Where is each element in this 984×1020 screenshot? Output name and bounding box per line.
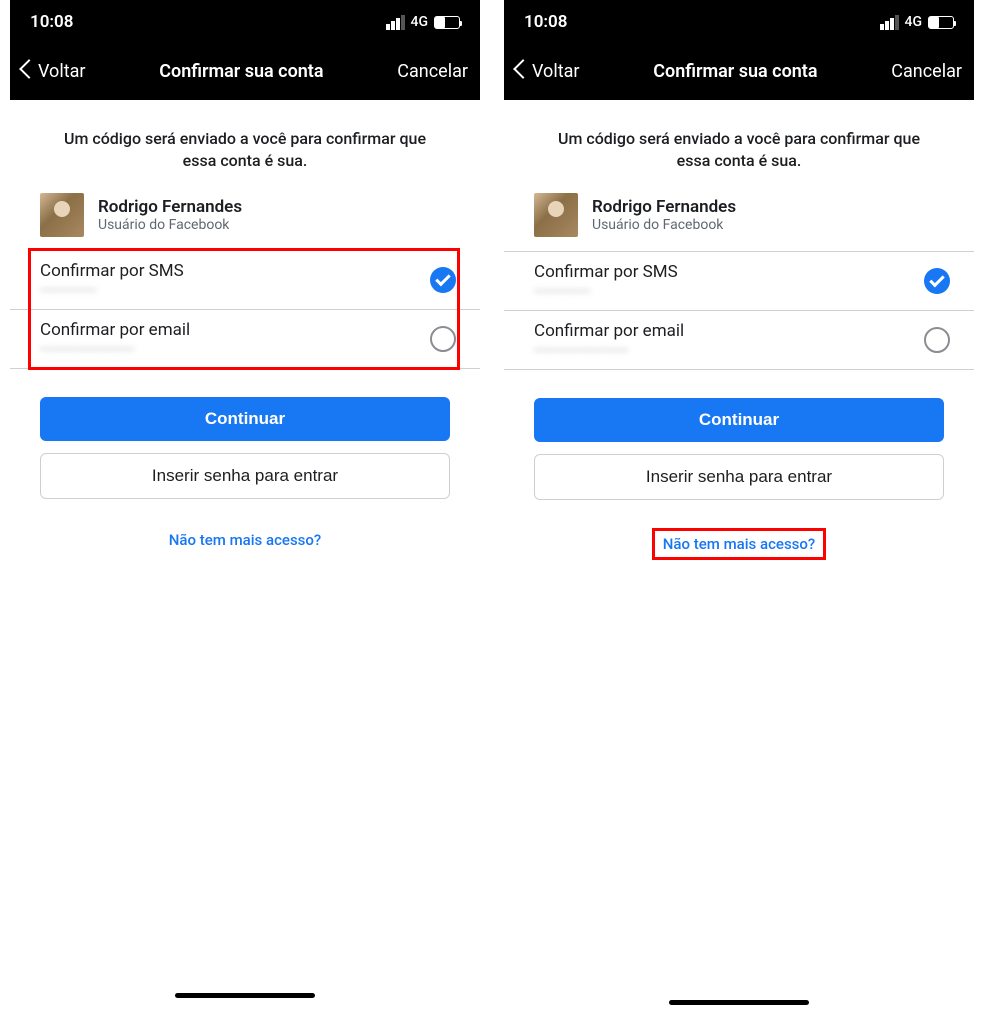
network-label: 4G [411,14,429,30]
signal-icon [386,15,405,30]
cancel-button[interactable]: Cancelar [891,61,962,82]
status-bar: 10:08 4G [10,0,480,44]
option-email-value: •••••••••••••••••••• [534,343,684,359]
avatar [534,193,578,237]
option-sms-value: •••••••••••• [534,284,678,300]
option-email-value: •••••••••••••••••••• [40,342,190,358]
user-row: Rodrigo Fernandes Usuário do Facebook [504,171,974,251]
buttons: Continuar Inserir senha para entrar Não … [504,370,974,560]
no-access-link[interactable]: Não tem mais acesso? [652,528,826,560]
option-sms-title: Confirmar por SMS [534,262,678,282]
continue-button[interactable]: Continuar [40,397,450,441]
user-subtitle: Usuário do Facebook [98,217,242,233]
continue-button[interactable]: Continuar [534,398,944,442]
password-button[interactable]: Inserir senha para entrar [40,453,450,499]
subtitle: Um código será enviado a você para confi… [10,128,480,171]
chevron-left-icon [516,62,528,82]
status-time: 10:08 [524,12,567,32]
status-bar: 10:08 4G [504,0,974,44]
nav-bar: Voltar Confirmar sua conta Cancelar [10,44,480,100]
nav-title: Confirmar sua conta [653,61,817,82]
radio-checked-icon [924,268,950,294]
network-label: 4G [905,14,923,30]
back-button[interactable]: Voltar [22,61,85,82]
cancel-button[interactable]: Cancelar [397,61,468,82]
phone-screen-left: 10:08 4G Voltar Confirmar sua conta Canc… [10,0,480,1013]
phone-screen-right: 10:08 4G Voltar Confirmar sua conta Canc… [504,0,974,1013]
no-access-link[interactable]: Não tem mais acesso? [161,527,329,553]
back-button[interactable]: Voltar [516,61,579,82]
options-list: Confirmar por SMS •••••••••••• Confirmar… [10,251,480,369]
status-right: 4G [386,14,461,30]
option-email[interactable]: Confirmar por email •••••••••••••••••••• [504,311,974,370]
nav-bar: Voltar Confirmar sua conta Cancelar [504,44,974,100]
back-label: Voltar [532,61,579,82]
content: Um código será enviado a você para confi… [504,100,974,560]
user-row: Rodrigo Fernandes Usuário do Facebook [10,171,480,251]
option-email-title: Confirmar por email [534,321,684,341]
radio-unchecked-icon [924,327,950,353]
radio-unchecked-icon [430,326,456,352]
home-indicator[interactable] [669,1000,809,1005]
option-sms[interactable]: Confirmar por SMS •••••••••••• [504,251,974,311]
option-sms-title: Confirmar por SMS [40,261,184,281]
password-button[interactable]: Inserir senha para entrar [534,454,944,500]
user-info: Rodrigo Fernandes Usuário do Facebook [98,197,242,233]
option-email-title: Confirmar por email [40,320,190,340]
options-list: Confirmar por SMS •••••••••••• Confirmar… [504,251,974,370]
nav-title: Confirmar sua conta [159,61,323,82]
option-sms[interactable]: Confirmar por SMS •••••••••••• [10,251,480,310]
avatar [40,193,84,237]
home-indicator[interactable] [175,993,315,998]
status-time: 10:08 [30,12,73,32]
option-email[interactable]: Confirmar por email •••••••••••••••••••• [10,310,480,369]
user-info: Rodrigo Fernandes Usuário do Facebook [592,197,736,233]
back-label: Voltar [38,61,85,82]
user-name: Rodrigo Fernandes [98,197,242,217]
battery-icon [928,16,954,29]
radio-checked-icon [430,267,456,293]
subtitle: Um código será enviado a você para confi… [504,128,974,171]
buttons: Continuar Inserir senha para entrar Não … [10,369,480,553]
content: Um código será enviado a você para confi… [10,100,480,553]
battery-icon [434,16,460,29]
option-sms-value: •••••••••••• [40,283,184,299]
user-name: Rodrigo Fernandes [592,197,736,217]
signal-icon [880,15,899,30]
status-right: 4G [880,14,955,30]
user-subtitle: Usuário do Facebook [592,217,736,233]
chevron-left-icon [22,62,34,82]
